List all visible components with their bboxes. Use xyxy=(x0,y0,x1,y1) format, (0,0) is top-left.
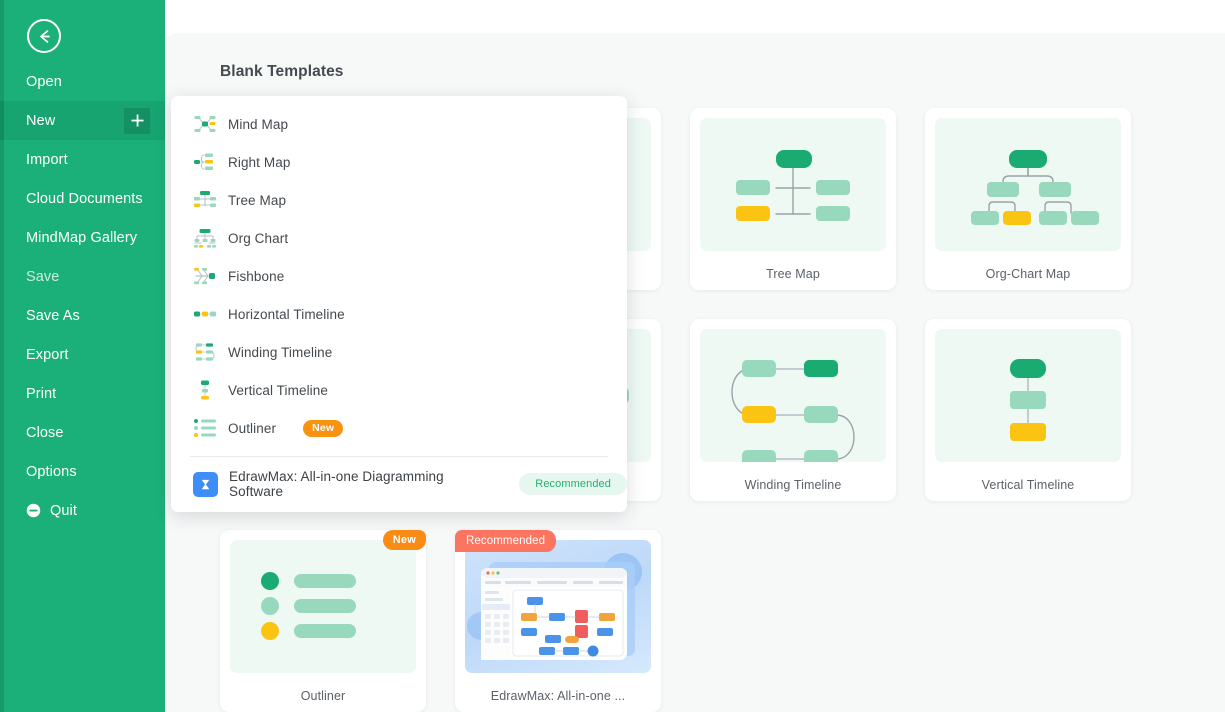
sidebar-item-close[interactable]: Close xyxy=(0,413,165,452)
back-button[interactable] xyxy=(27,19,61,53)
dropdown-item-label: Org Chart xyxy=(228,230,289,246)
dropdown-item-outliner[interactable]: Outliner New xyxy=(171,409,627,447)
new-template-dropdown-menu: Mind Map Right Map Tree Map Org Chart Fi… xyxy=(171,96,627,512)
dropdown-item-label: Winding Timeline xyxy=(228,344,333,360)
plus-icon xyxy=(130,113,145,128)
sidebar-item-mindmap-gallery[interactable]: MindMap Gallery xyxy=(0,218,165,257)
quit-icon xyxy=(26,503,41,518)
dropdown-item-label: Mind Map xyxy=(228,116,289,132)
horizontal-timeline-icon xyxy=(193,302,217,326)
dropdown-item-vertical-timeline[interactable]: Vertical Timeline xyxy=(171,371,627,409)
dropdown-item-badge-new: New xyxy=(303,419,344,437)
template-card-label: Tree Map xyxy=(766,267,820,281)
dropdown-item-tree-map[interactable]: Tree Map xyxy=(171,181,627,219)
dropdown-item-label: Horizontal Timeline xyxy=(228,306,345,322)
page-title: Blank Templates xyxy=(220,63,344,80)
template-card-label: Outliner xyxy=(300,689,346,703)
edrawmax-logo-icon xyxy=(193,471,218,497)
template-card-label: Vertical Timeline xyxy=(981,478,1075,492)
sidebar-item-label: Print xyxy=(26,385,57,402)
template-card-label: Winding Timeline xyxy=(744,478,842,492)
template-grid-row: New Outliner Recommended EdrawMax: All-i… xyxy=(220,530,1180,712)
sidebar-item-save[interactable]: Save xyxy=(0,257,165,296)
sidebar-item-open[interactable]: Open xyxy=(0,62,165,101)
tree-map-thumb xyxy=(700,118,886,251)
sidebar-item-quit[interactable]: Quit xyxy=(0,491,165,530)
fishbone-icon xyxy=(193,264,217,288)
tree-map-icon xyxy=(193,188,217,212)
sidebar-item-label: Export xyxy=(26,346,69,363)
dropdown-item-label: Fishbone xyxy=(228,268,285,284)
org-chart-thumb xyxy=(935,118,1121,251)
template-card-label: EdrawMax: All-in-one ... xyxy=(490,689,626,703)
sidebar-nav: Open New Import Cloud Documents MindMap Gal… xyxy=(0,62,165,530)
vertical-timeline-icon xyxy=(193,378,217,402)
sidebar-item-label: Save xyxy=(26,268,60,285)
template-card-tree-map[interactable]: Tree Map xyxy=(690,108,896,290)
outliner-icon xyxy=(193,416,217,440)
dropdown-item-label: Tree Map xyxy=(228,192,287,208)
dropdown-item-list: Mind Map Right Map Tree Map Org Chart Fi… xyxy=(171,96,627,447)
sidebar-item-new[interactable]: New xyxy=(0,101,165,140)
dropdown-item-label: Right Map xyxy=(228,154,291,170)
sidebar-item-import[interactable]: Import xyxy=(0,140,165,179)
sidebar-item-label: New xyxy=(26,112,56,129)
sidebar-item-label: MindMap Gallery xyxy=(26,229,138,246)
sidebar: Open New Import Cloud Documents MindMap Gal… xyxy=(0,0,165,712)
sidebar-item-options[interactable]: Options xyxy=(0,452,165,491)
card-badge-recommended: Recommended xyxy=(455,530,557,552)
dropdown-item-label: Outliner xyxy=(228,420,277,436)
right-map-icon xyxy=(193,150,217,174)
edrawmax-thumb xyxy=(465,540,651,673)
template-card-org-chart-map[interactable]: Org-Chart Map xyxy=(925,108,1131,290)
template-card-winding-timeline[interactable]: Winding Timeline xyxy=(690,319,896,501)
sidebar-item-label: Import xyxy=(26,151,68,168)
template-card-edrawmax-all-in-one[interactable]: Recommended EdrawMax: All-in-one ... xyxy=(455,530,661,712)
dropdown-item-right-map[interactable]: Right Map xyxy=(171,143,627,181)
dropdown-item-winding-timeline[interactable]: Winding Timeline xyxy=(171,333,627,371)
vertical-timeline-thumb xyxy=(935,329,1121,462)
winding-timeline-icon xyxy=(193,340,217,364)
org-chart-icon xyxy=(193,226,217,250)
sidebar-item-label: Close xyxy=(26,424,64,441)
dropdown-item-fishbone[interactable]: Fishbone xyxy=(171,257,627,295)
template-card-outliner[interactable]: New Outliner xyxy=(220,530,426,712)
sidebar-item-label: Cloud Documents xyxy=(26,190,143,207)
template-card-vertical-timeline[interactable]: Vertical Timeline xyxy=(925,319,1131,501)
sidebar-item-label: Save As xyxy=(26,307,80,324)
sidebar-item-export[interactable]: Export xyxy=(0,335,165,374)
new-plus-button[interactable] xyxy=(124,107,150,134)
card-badge-new: New xyxy=(382,530,426,550)
sidebar-item-save-as[interactable]: Save As xyxy=(0,296,165,335)
template-card-label: Org-Chart Map xyxy=(985,267,1071,281)
winding-timeline-thumb xyxy=(700,329,886,462)
sidebar-item-label: Quit xyxy=(50,502,77,519)
dropdown-item-org-chart[interactable]: Org Chart xyxy=(171,219,627,257)
dropdown-promo-edrawmax[interactable]: EdrawMax: All-in-one Diagramming Softwar… xyxy=(171,457,627,511)
sidebar-item-cloud-documents[interactable]: Cloud Documents xyxy=(0,179,165,218)
dropdown-item-mind-map[interactable]: Mind Map xyxy=(171,105,627,143)
mind-map-icon xyxy=(193,112,217,136)
dropdown-promo-label: EdrawMax: All-in-one Diagramming Softwar… xyxy=(229,469,444,499)
application-window: Open New Import Cloud Documents MindMap Gal… xyxy=(0,0,1225,712)
sidebar-item-label: Options xyxy=(26,463,77,480)
sidebar-item-label: Open xyxy=(26,73,62,90)
back-arrow-icon xyxy=(35,27,54,46)
dropdown-promo-badge: Recommended xyxy=(519,473,627,495)
dropdown-item-horizontal-timeline[interactable]: Horizontal Timeline xyxy=(171,295,627,333)
sidebar-item-print[interactable]: Print xyxy=(0,374,165,413)
dropdown-item-label: Vertical Timeline xyxy=(228,382,328,398)
outliner-thumb xyxy=(230,540,416,673)
